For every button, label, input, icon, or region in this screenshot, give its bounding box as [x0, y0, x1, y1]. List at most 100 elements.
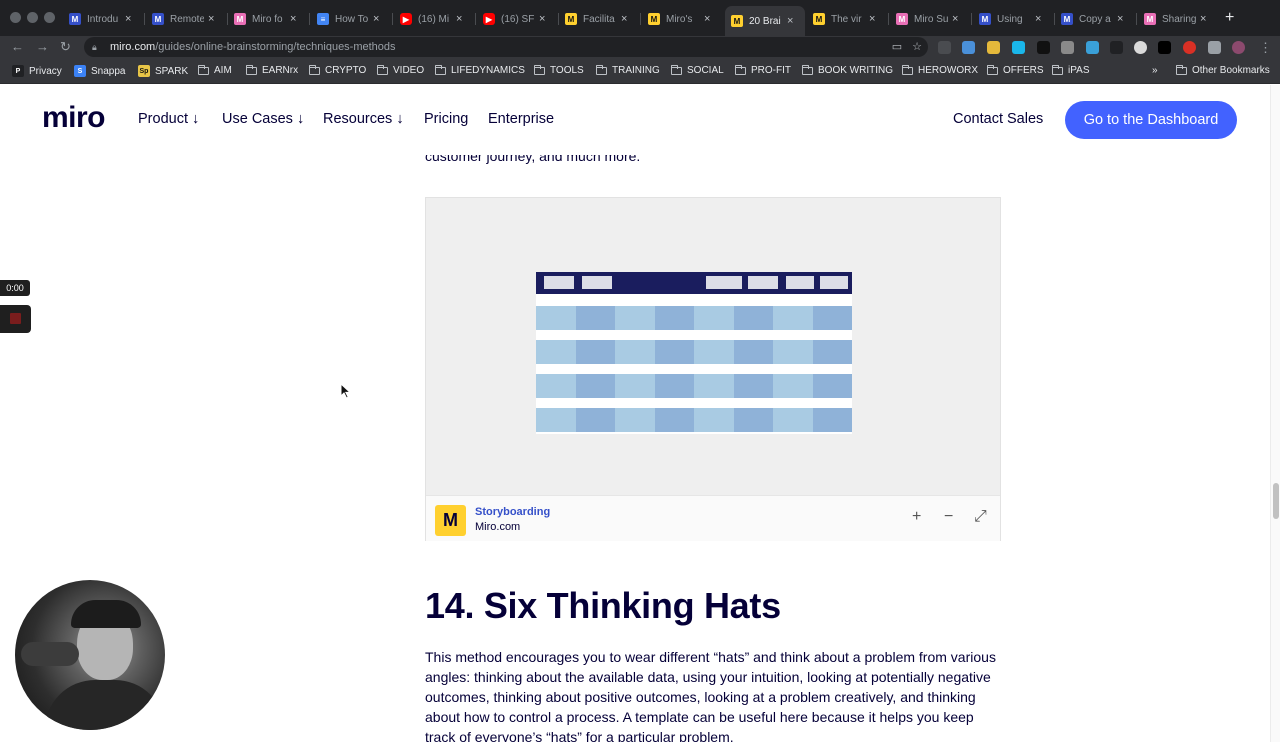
- zoom-in-button[interactable]: +: [912, 508, 921, 526]
- bookmark-snappa[interactable]: S Snappa: [74, 65, 125, 77]
- nav-enterprise[interactable]: Enterprise: [488, 111, 554, 127]
- extension-circle-icon[interactable]: [1134, 41, 1147, 54]
- close-tab-icon[interactable]: ×: [1035, 13, 1041, 25]
- scrollbar-thumb[interactable]: [1273, 483, 1279, 519]
- extension-1-icon[interactable]: [938, 41, 951, 54]
- nav-use-cases[interactable]: Use Cases ↓: [222, 111, 304, 127]
- extension-f-icon[interactable]: [1110, 41, 1123, 54]
- bookmark-ipas[interactable]: iPAS: [1052, 64, 1090, 76]
- board-frame-cell: [615, 340, 655, 364]
- contact-sales-link[interactable]: Contact Sales: [953, 111, 1043, 127]
- browser-tab-5[interactable]: ▶ (16) Mi ×: [394, 8, 474, 30]
- storyboard-embed[interactable]: M Storyboarding Miro.com + − ⤢: [425, 197, 1001, 541]
- extension-pencil-icon[interactable]: [987, 41, 1000, 54]
- download-icon[interactable]: [962, 41, 975, 54]
- nav-product[interactable]: Product ↓: [138, 111, 199, 127]
- camera-icon[interactable]: [1061, 41, 1074, 54]
- extension-p-icon[interactable]: [1037, 41, 1050, 54]
- storyboard-board-preview[interactable]: [536, 272, 852, 434]
- close-tab-icon[interactable]: ×: [1200, 13, 1206, 25]
- close-tab-icon[interactable]: ×: [869, 13, 875, 25]
- extension-badge-icon[interactable]: [1183, 41, 1196, 54]
- board-frame-cell: [654, 408, 694, 432]
- other-bookmarks-label: Other Bookmarks: [1192, 65, 1270, 76]
- maximize-window-button[interactable]: [44, 12, 55, 23]
- bookmark-spark[interactable]: Sp SPARK: [138, 65, 188, 77]
- close-tab-icon[interactable]: ×: [125, 13, 131, 25]
- close-tab-icon[interactable]: ×: [787, 15, 793, 27]
- extension-grid-icon[interactable]: [1086, 41, 1099, 54]
- minimize-window-button[interactable]: [27, 12, 38, 23]
- browser-menu-icon[interactable]: ⋮: [1259, 40, 1272, 56]
- bookmark-lifedynamics[interactable]: LIFEDYNAMICS: [435, 64, 525, 76]
- extension-f2-icon[interactable]: [1158, 41, 1171, 54]
- bookmarks-overflow-button[interactable]: »: [1152, 65, 1158, 76]
- other-bookmarks-folder[interactable]: Other Bookmarks: [1176, 64, 1270, 76]
- close-tab-icon[interactable]: ×: [1117, 13, 1123, 25]
- cast-icon[interactable]: ▭: [892, 40, 902, 53]
- bookmark-video[interactable]: VIDEO: [377, 64, 424, 76]
- browser-tab-1[interactable]: M Introdu ×: [63, 8, 143, 30]
- close-tab-icon[interactable]: ×: [290, 13, 296, 25]
- browser-tab-12[interactable]: M Using ×: [973, 8, 1053, 30]
- profile-avatar[interactable]: [1232, 41, 1245, 54]
- bookmark-star-icon[interactable]: ☆: [912, 40, 922, 53]
- bookmark-social[interactable]: SOCIAL: [671, 64, 724, 76]
- board-frame-cell: [536, 408, 576, 432]
- bookmark-privacy[interactable]: P Privacy: [12, 65, 62, 77]
- bookmark-offers[interactable]: OFFERS: [987, 64, 1044, 76]
- new-tab-button[interactable]: +: [1225, 9, 1234, 27]
- vimeo-icon[interactable]: [1012, 41, 1025, 54]
- reload-icon[interactable]: ↻: [60, 39, 71, 55]
- address-bar[interactable]: 🔒︎ miro.com/guides/online-brainstorming/…: [84, 37, 928, 57]
- miro-icon: M: [1061, 13, 1073, 25]
- bookmark-tools[interactable]: TOOLS: [534, 64, 584, 76]
- nav-resources[interactable]: Resources ↓: [323, 111, 404, 127]
- close-tab-icon[interactable]: ×: [704, 13, 710, 25]
- stop-recording-button[interactable]: [0, 305, 31, 333]
- browser-tab-3[interactable]: M Miro fo ×: [228, 8, 308, 30]
- bookmark-book-writing[interactable]: BOOK WRITING: [802, 64, 893, 76]
- browser-tab-14[interactable]: M Sharing ×: [1138, 8, 1218, 30]
- embed-board-title[interactable]: Storyboarding: [475, 506, 550, 518]
- browser-tab-6[interactable]: ▶ (16) SF ×: [477, 8, 557, 30]
- browser-tab-11[interactable]: M Miro Su ×: [890, 8, 970, 30]
- fullscreen-button[interactable]: ⤢: [974, 508, 987, 526]
- close-tab-icon[interactable]: ×: [952, 13, 958, 25]
- bookmark-label: LIFEDYNAMICS: [451, 65, 525, 76]
- zoom-out-button[interactable]: −: [944, 508, 953, 526]
- forward-icon[interactable]: →: [36, 39, 49, 54]
- bookmark-heroworx[interactable]: HEROWORX: [902, 64, 978, 76]
- close-tab-icon[interactable]: ×: [621, 13, 627, 25]
- browser-tab-10[interactable]: M The vir ×: [807, 8, 887, 30]
- bookmark-training[interactable]: TRAINING: [596, 64, 660, 76]
- back-icon[interactable]: ←: [11, 39, 24, 54]
- miro-logo[interactable]: miro: [42, 101, 106, 135]
- extensions-puzzle-icon[interactable]: [1208, 41, 1221, 54]
- browser-tab-13[interactable]: M Copy a ×: [1055, 8, 1135, 30]
- close-window-button[interactable]: [10, 12, 21, 23]
- miro-yellow-icon: M: [565, 13, 577, 25]
- miro-icon: M: [69, 13, 81, 25]
- browser-tab-9[interactable]: M 20 Brai ×: [725, 6, 805, 36]
- bookmark-pro-fit[interactable]: PRO-FIT: [735, 64, 791, 76]
- board-frame-cell: [694, 340, 734, 364]
- close-tab-icon[interactable]: ×: [208, 13, 214, 25]
- browser-tab-7[interactable]: M Facilita ×: [559, 8, 639, 30]
- folder-icon: [309, 64, 320, 75]
- board-frame-cell: [733, 374, 773, 398]
- bookmark-crypto[interactable]: CRYPTO: [309, 64, 366, 76]
- browser-tab-8[interactable]: M Miro's ×: [642, 8, 722, 30]
- close-tab-icon[interactable]: ×: [373, 13, 379, 25]
- page-viewport[interactable]: customer journey, and much more. miro Pr…: [0, 85, 1270, 742]
- page-scrollbar[interactable]: [1270, 85, 1280, 742]
- browser-tab-4[interactable]: ≡ How To ×: [311, 8, 391, 30]
- go-to-dashboard-button[interactable]: Go to the Dashboard: [1065, 101, 1237, 139]
- close-tab-icon[interactable]: ×: [539, 13, 545, 25]
- nav-pricing[interactable]: Pricing: [424, 111, 468, 127]
- browser-tab-2[interactable]: M Remote ×: [146, 8, 226, 30]
- tab-title: 20 Brai: [749, 15, 781, 27]
- bookmark-earnrx[interactable]: EARNrx: [246, 64, 298, 76]
- bookmark-aim[interactable]: AIM: [198, 64, 232, 76]
- close-tab-icon[interactable]: ×: [456, 13, 462, 25]
